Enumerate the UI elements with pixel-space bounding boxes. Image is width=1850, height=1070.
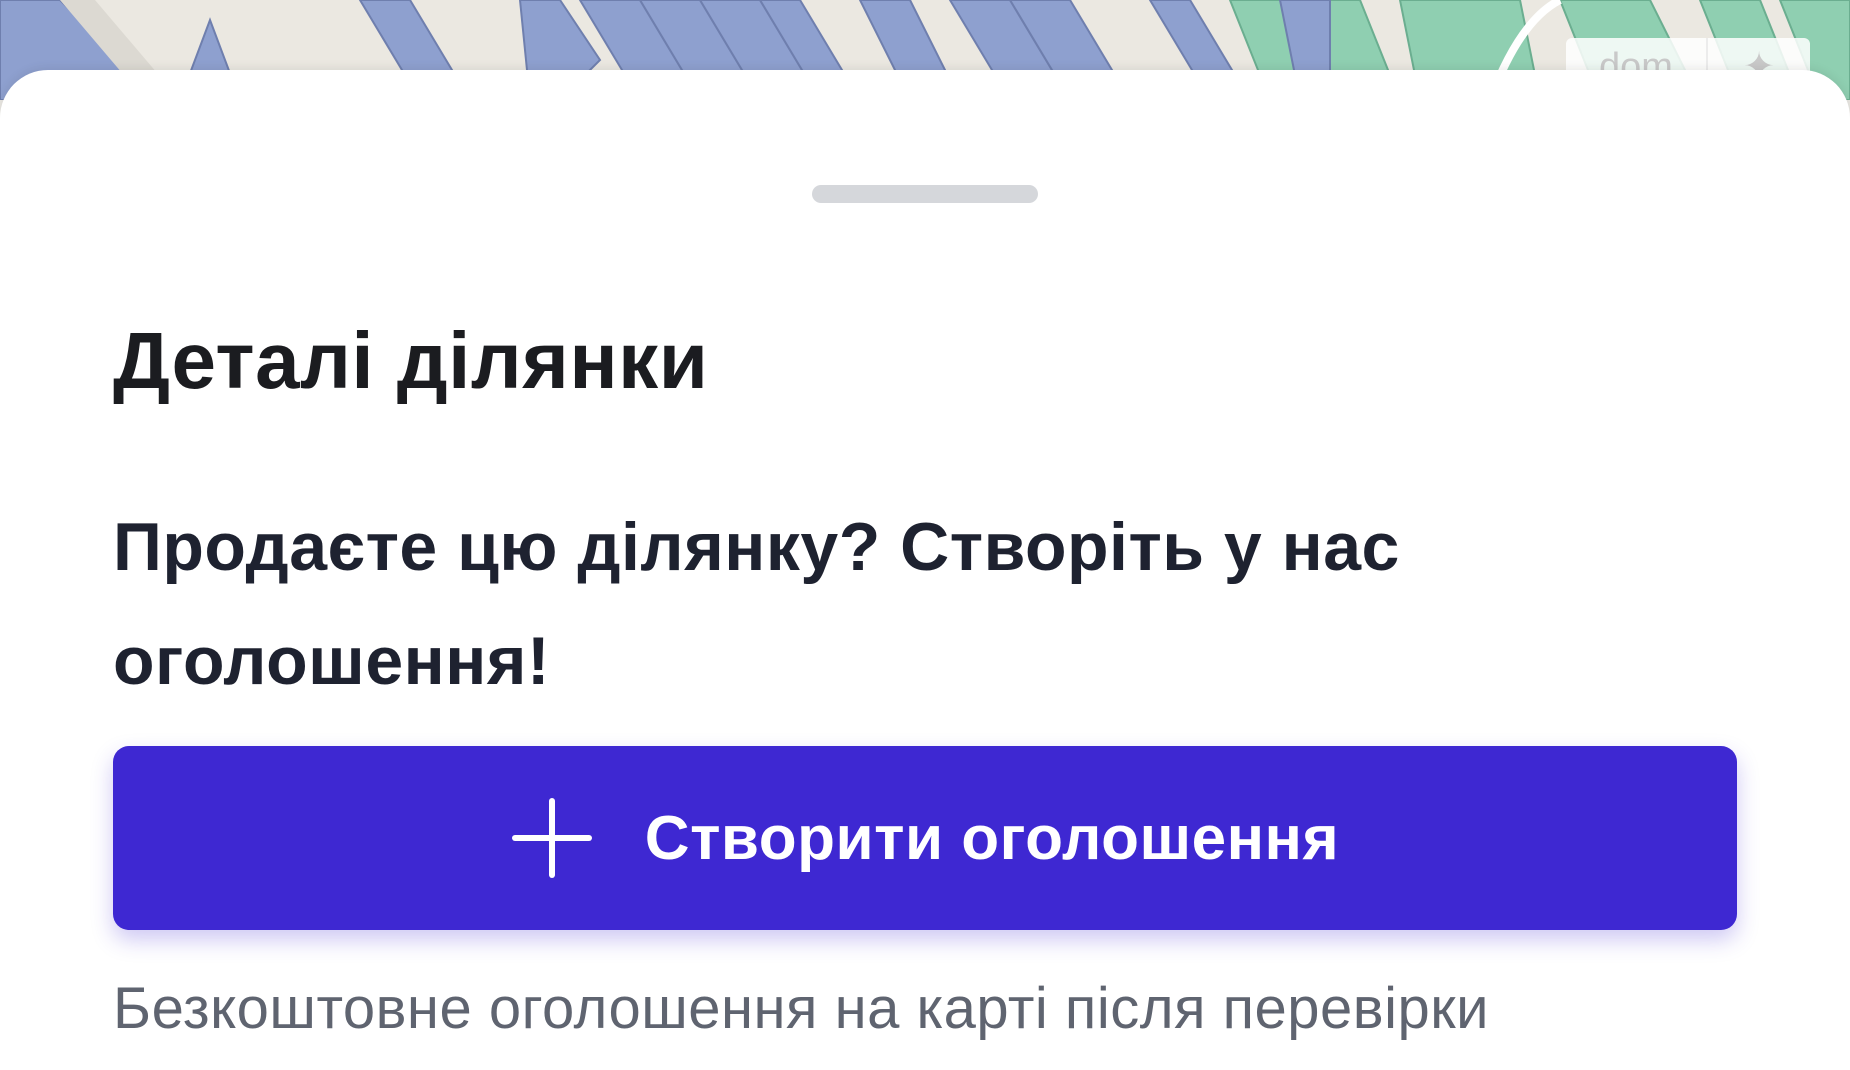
drag-handle[interactable] xyxy=(812,185,1038,203)
parcel-details-sheet: Деталі ділянки Продаєте цю ділянку? Ство… xyxy=(0,70,1850,1070)
create-listing-button[interactable]: Створити оголошення xyxy=(113,746,1737,930)
promo-text: Продаєте цю ділянку? Створіть у нас огол… xyxy=(113,509,1400,699)
create-listing-label: Створити оголошення xyxy=(644,803,1340,873)
sheet-title: Деталі ділянки xyxy=(113,316,709,405)
free-listing-note: Безкоштовне оголошення на карті після пе… xyxy=(113,976,1489,1041)
plus-icon xyxy=(511,798,592,878)
